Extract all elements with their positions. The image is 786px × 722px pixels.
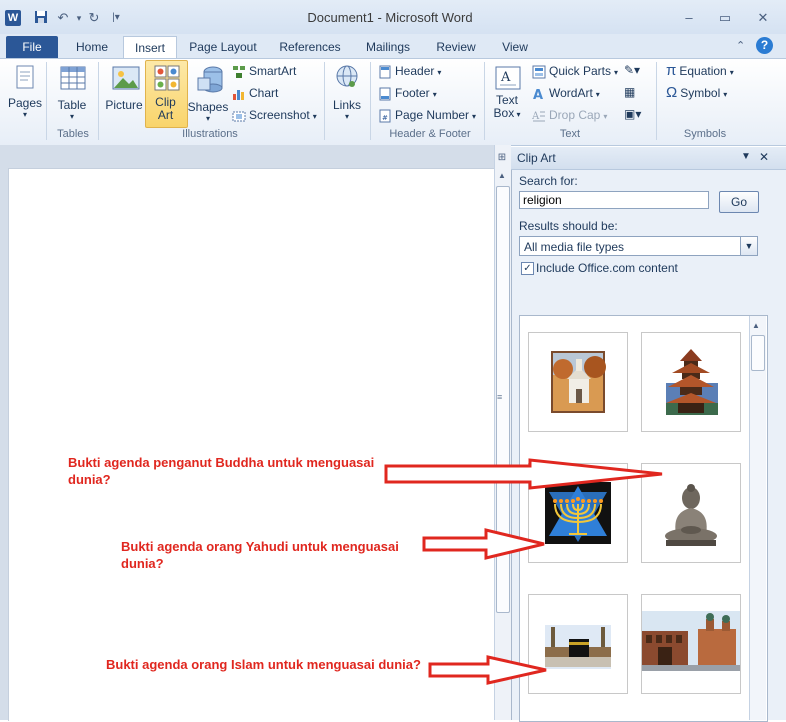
annotation-arrows [384,458,663,685]
arrow-buddha [384,458,663,490]
arrow-jewish [422,528,545,560]
arrow-islam [428,655,547,685]
